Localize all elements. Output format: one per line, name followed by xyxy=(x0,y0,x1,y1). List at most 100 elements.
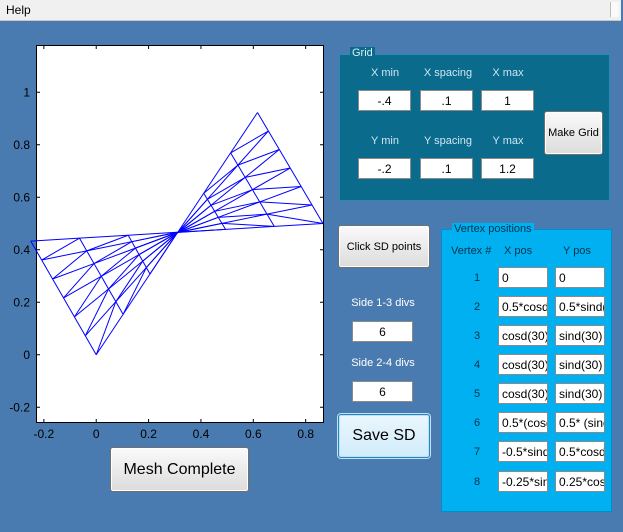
mesh-edge xyxy=(93,247,136,265)
mesh-edge xyxy=(210,189,253,206)
mesh-edge xyxy=(244,149,280,178)
vertex-y-field[interactable]: sind(30) - xyxy=(555,383,605,404)
mesh-edge xyxy=(127,234,133,242)
mesh-edge xyxy=(230,130,269,154)
vertex-x-field[interactable]: cosd(30) xyxy=(498,383,548,404)
click-sd-points-button[interactable]: Click SD points xyxy=(338,225,430,268)
mesh-edge xyxy=(86,250,95,264)
mesh-edge xyxy=(100,247,136,277)
vertex-number: 3 xyxy=(473,330,481,342)
vertex-x-field[interactable]: 0.5*(cosd xyxy=(498,412,548,433)
mesh-edge xyxy=(101,254,140,277)
vertex-number: 6 xyxy=(473,417,481,429)
x-spacing-label: X spacing xyxy=(423,67,473,79)
mesh-edge xyxy=(259,201,268,215)
mesh-edge xyxy=(214,189,253,212)
y-min-label: Y min xyxy=(371,135,399,147)
mesh-edge xyxy=(289,167,302,187)
mesh-edge xyxy=(221,222,275,227)
mesh-edge xyxy=(93,241,133,264)
x-tick-label: 0.2 xyxy=(140,427,157,441)
vertex-y-field[interactable]: 0.25*cosc xyxy=(555,471,605,492)
y-max-label: Y max xyxy=(492,135,524,147)
mesh-edge xyxy=(278,149,291,169)
mesh-edge xyxy=(176,198,208,234)
mesh-edge xyxy=(30,240,43,261)
mesh-edge xyxy=(266,213,275,227)
mesh-edge xyxy=(84,301,117,337)
mesh-edge xyxy=(79,237,88,252)
vertex-number: 4 xyxy=(473,359,481,371)
mesh-edge xyxy=(41,237,80,261)
mesh-edge xyxy=(41,250,87,261)
x-max-field[interactable]: 1 xyxy=(481,90,534,111)
vertex-x-field[interactable]: 0 xyxy=(498,267,548,288)
vertex-y-field[interactable]: sind(30) - xyxy=(555,354,605,375)
save-sd-button[interactable]: Save SD xyxy=(338,414,430,458)
x-pos-header: X pos xyxy=(504,245,533,257)
mesh-edge xyxy=(84,335,97,355)
grid-panel-title: Grid xyxy=(350,47,375,59)
mesh-edge xyxy=(145,267,151,275)
mesh-edge xyxy=(86,241,132,252)
mesh-edge xyxy=(311,204,324,224)
mesh-edge xyxy=(95,314,124,356)
vertex-y-field[interactable]: 0.5*sind(3 xyxy=(555,296,605,317)
mesh-edge xyxy=(108,254,140,290)
mesh-edge xyxy=(206,199,212,206)
mesh-edge xyxy=(93,263,102,277)
mesh-edge xyxy=(142,260,147,268)
y-tick-label: 0.8 xyxy=(13,138,30,152)
mesh-edge xyxy=(115,301,124,315)
y-spacing-field[interactable]: .1 xyxy=(420,158,473,179)
y-min-field[interactable]: -.2 xyxy=(358,158,411,179)
vertex-x-field[interactable]: cosd(30) xyxy=(498,354,548,375)
mesh-edge xyxy=(266,213,324,224)
x-min-field[interactable]: -.4 xyxy=(358,90,411,111)
vertex-number-header: Vertex # xyxy=(451,245,492,257)
mesh-edge xyxy=(214,211,219,218)
mesh-edge xyxy=(52,278,64,299)
make-grid-button[interactable]: Make Grid xyxy=(544,111,603,155)
x-spacing-field[interactable]: .1 xyxy=(420,90,473,111)
vertex-positions-panel: Vertex positions Vertex # X pos Y pos 1 0… xyxy=(441,223,612,512)
vertex-y-field[interactable]: 0.5* (sind xyxy=(555,412,605,433)
vertex-y-field[interactable]: sind(30) xyxy=(555,325,605,346)
mesh-edge xyxy=(217,217,223,224)
mesh-complete-button[interactable]: Mesh Complete xyxy=(110,447,249,492)
vertex-x-field[interactable]: 0.5*cosd( xyxy=(498,296,548,317)
vertex-x-field[interactable]: -0.25*sinc xyxy=(498,471,548,492)
mesh-edge xyxy=(207,176,246,200)
mesh-edge xyxy=(131,241,136,249)
y-spacing-label: Y spacing xyxy=(423,135,473,147)
mesh-edge xyxy=(100,276,109,290)
mesh-edge xyxy=(230,112,258,154)
mesh-edge xyxy=(245,167,291,178)
side24-label: Side 2-4 divs xyxy=(351,357,415,369)
mesh-edge xyxy=(230,152,239,166)
x-tick-label: 0 xyxy=(93,427,100,441)
mesh-edge xyxy=(63,297,75,318)
y-max-field[interactable]: 1.2 xyxy=(481,158,534,179)
y-tick-label: 0.6 xyxy=(13,190,30,204)
side13-field[interactable]: 6 xyxy=(352,321,413,342)
x-min-label: X min xyxy=(370,67,400,79)
mesh-edge xyxy=(115,267,147,303)
x-tick-label: 0.4 xyxy=(193,427,210,441)
vertex-x-field[interactable]: -0.5*sind( xyxy=(498,441,548,462)
mesh-edge xyxy=(221,223,226,230)
mesh-edge xyxy=(267,130,280,150)
mesh-edge xyxy=(210,177,246,206)
side24-field[interactable]: 6 xyxy=(352,381,413,402)
vertex-panel-title: Vertex positions xyxy=(452,223,534,235)
vertex-y-field[interactable]: 0.5*cosd( xyxy=(555,441,605,462)
mesh-edge xyxy=(122,273,151,315)
vertex-x-field[interactable]: cosd(30) xyxy=(498,325,548,346)
mesh-edge xyxy=(266,204,313,215)
mesh-edge xyxy=(30,237,80,242)
mesh-edge xyxy=(257,112,269,132)
mesh-edge xyxy=(134,247,140,255)
mesh-edge xyxy=(244,177,253,190)
mesh-edge xyxy=(207,164,239,200)
vertex-y-field[interactable]: 0 xyxy=(555,267,605,288)
